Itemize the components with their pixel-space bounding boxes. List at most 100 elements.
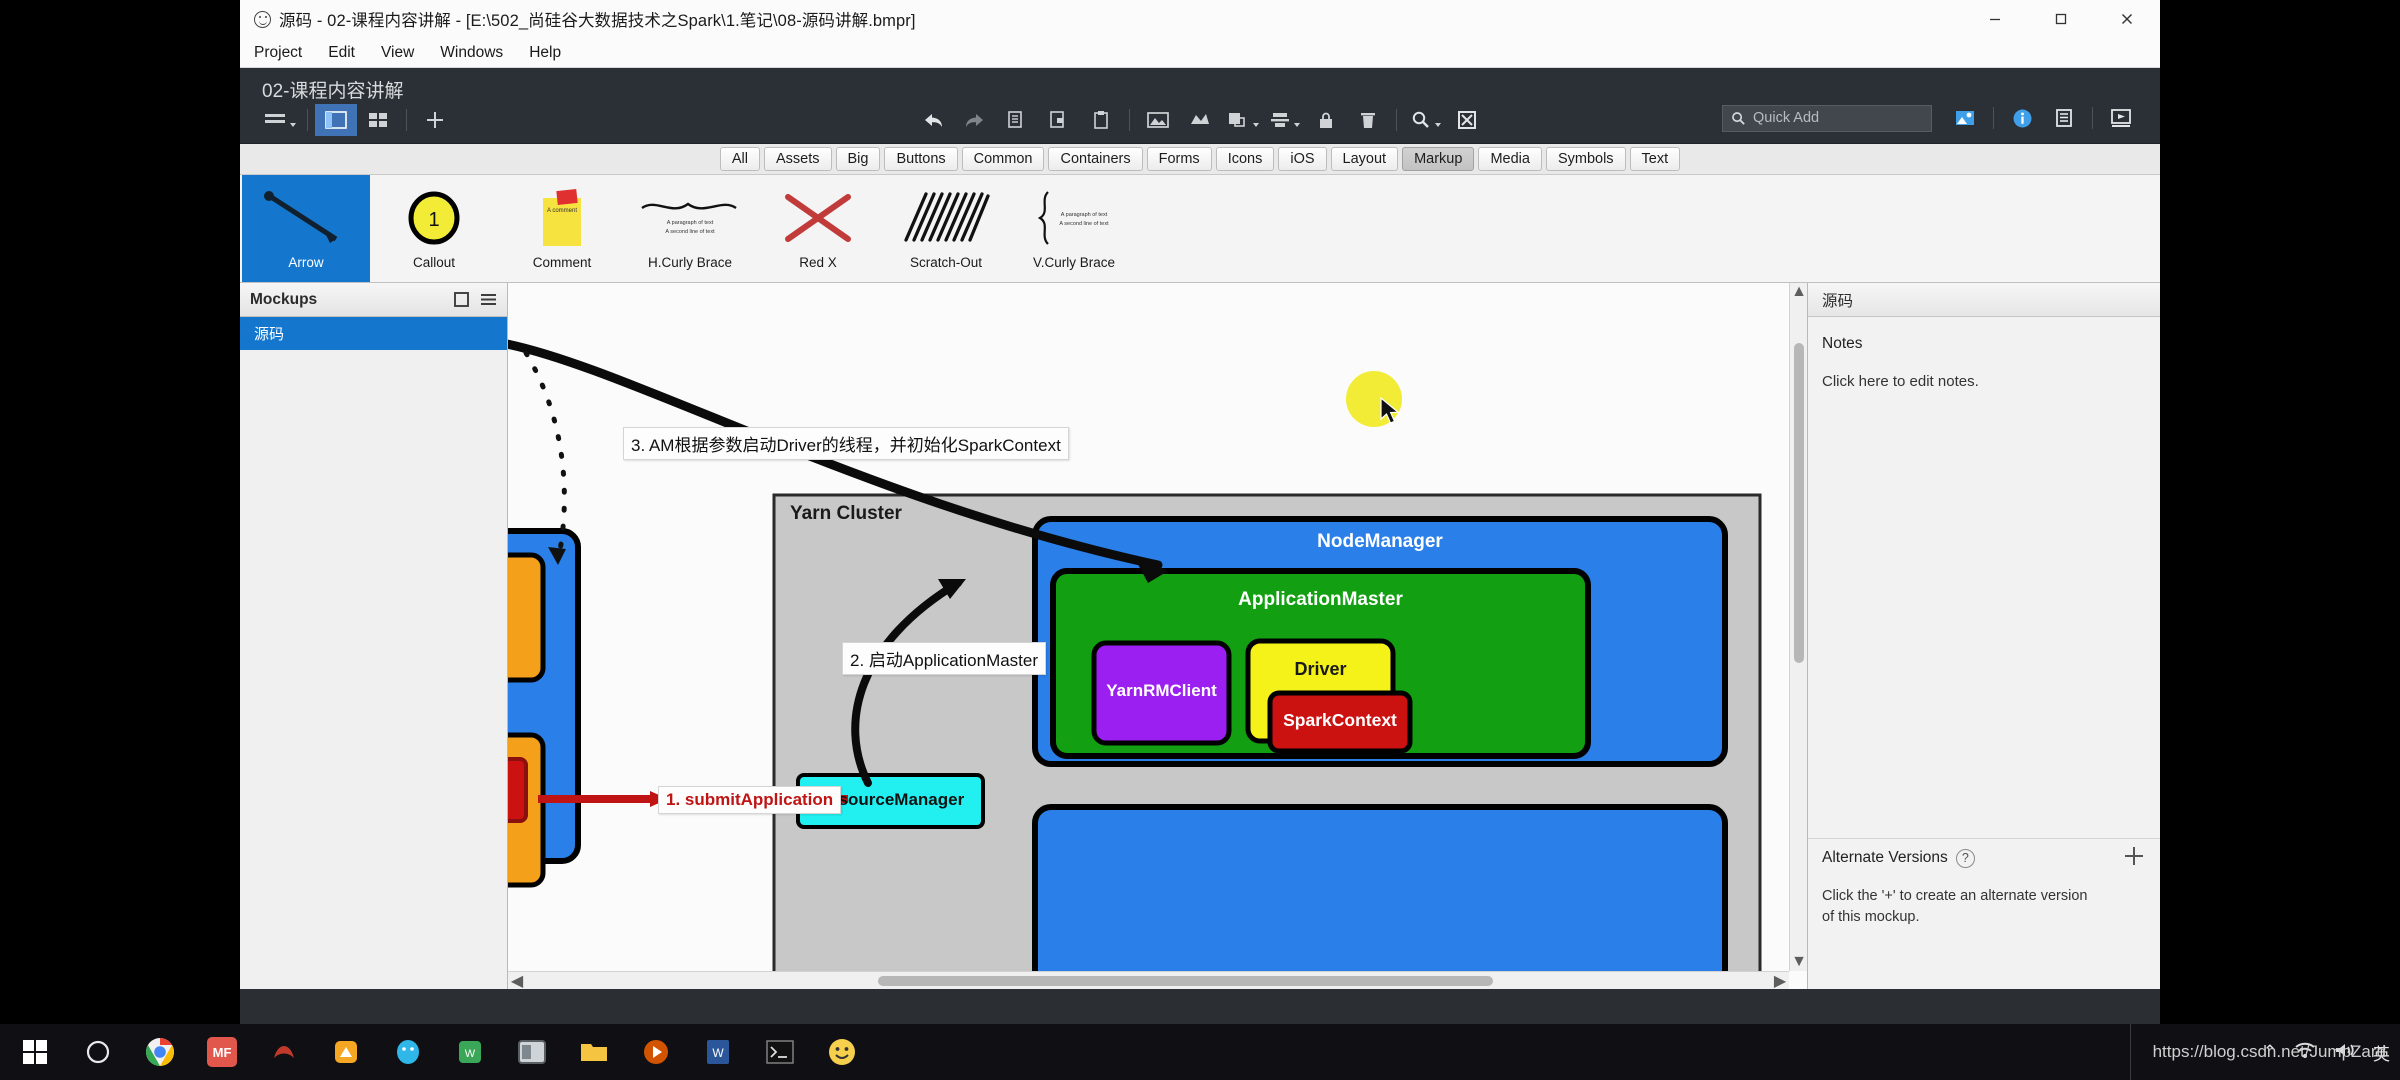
main-body: Mockups 源码 Yarn Cluster NodeManager Appl… xyxy=(240,283,2160,989)
new-mockup-icon[interactable] xyxy=(453,291,470,308)
menu-windows[interactable]: Windows xyxy=(440,41,517,65)
tab-common[interactable]: Common xyxy=(961,146,1045,172)
explorer-icon[interactable] xyxy=(566,1024,622,1080)
nodemanager-label: NodeManager xyxy=(1317,531,1443,552)
toolbar-center-group xyxy=(912,104,1488,136)
word-icon[interactable]: W xyxy=(690,1024,746,1080)
fit-icon[interactable] xyxy=(1446,104,1488,136)
help-icon[interactable]: ? xyxy=(1955,848,1975,868)
align-icon[interactable] xyxy=(1263,104,1305,136)
cortana-search-icon[interactable] xyxy=(70,1024,126,1080)
grid-view-icon[interactable] xyxy=(357,104,399,136)
group-icon[interactable] xyxy=(1179,104,1221,136)
media-player-icon[interactable] xyxy=(628,1024,684,1080)
emoji-icon[interactable] xyxy=(814,1024,870,1080)
clipboard-icon[interactable] xyxy=(1080,104,1122,136)
stencil-arrow[interactable]: Arrow xyxy=(242,175,370,282)
tab-text[interactable]: Text xyxy=(1629,146,1681,172)
main-toolbar: 02-课程内容讲解 Quick Add xyxy=(240,68,2160,143)
undo-icon[interactable] xyxy=(912,104,954,136)
svg-text:W: W xyxy=(465,1048,476,1060)
comment-stencil-icon: A comment xyxy=(498,183,626,253)
quick-add-placeholder: Quick Add xyxy=(1753,110,1820,126)
minimize-button[interactable] xyxy=(1962,0,2028,38)
menu-bar: Project Edit View Windows Help xyxy=(240,38,2160,68)
spark-yarn-diagram: Yarn Cluster NodeManager ApplicationMast… xyxy=(508,283,1789,973)
menu-edit[interactable]: Edit xyxy=(328,41,369,65)
stencil-palette: Arrow 1 Callout A comment Comment A para… xyxy=(240,175,2160,283)
toolbar-divider-3 xyxy=(1129,109,1130,131)
annotation-step-2[interactable]: 2. 启动ApplicationMaster xyxy=(842,642,1047,675)
canvas-horizontal-scrollbar[interactable]: ◀ ▶ xyxy=(508,971,1789,989)
yarnrmclient-label: YarnRMClient xyxy=(1106,681,1217,700)
scroll-up-arrow[interactable]: ▲ xyxy=(1790,283,1807,301)
mockup-canvas[interactable]: Yarn Cluster NodeManager ApplicationMast… xyxy=(508,283,1789,973)
annotation-step-3[interactable]: 3. AM根据参数启动Driver的线程，并初始化SparkContext xyxy=(623,427,1069,460)
mindmanager-icon[interactable]: MF xyxy=(194,1024,250,1080)
tab-ios[interactable]: iOS xyxy=(1278,146,1327,172)
horizontal-scroll-thumb[interactable] xyxy=(878,976,1493,986)
info-icon[interactable] xyxy=(2001,102,2043,134)
qq-icon[interactable] xyxy=(380,1024,436,1080)
stencil-red-x[interactable]: Red X xyxy=(754,175,882,282)
stencil-scratch-out[interactable]: Scratch-Out xyxy=(882,175,1010,282)
image-icon[interactable] xyxy=(1137,104,1179,136)
annotation-step-1[interactable]: 1. submitApplication xyxy=(658,786,842,814)
windows-start-icon[interactable] xyxy=(0,1039,70,1065)
tab-forms[interactable]: Forms xyxy=(1146,146,1212,172)
tab-layout[interactable]: Layout xyxy=(1330,146,1399,172)
mockup-list-item[interactable]: 源码 xyxy=(240,317,507,350)
tab-buttons[interactable]: Buttons xyxy=(884,146,958,172)
close-button[interactable] xyxy=(2094,0,2160,38)
terminal-icon[interactable] xyxy=(752,1024,808,1080)
scroll-right-arrow[interactable]: ▶ xyxy=(1771,972,1789,989)
gitkraken-icon[interactable] xyxy=(256,1024,312,1080)
maximize-button[interactable] xyxy=(2028,0,2094,38)
copy-icon[interactable] xyxy=(996,104,1038,136)
notes-panel-icon[interactable] xyxy=(2043,102,2085,134)
plus-icon[interactable] xyxy=(2122,844,2146,873)
vertical-scroll-thumb[interactable] xyxy=(1794,343,1804,663)
menu-project[interactable]: Project xyxy=(254,41,316,65)
balsamiq-icon[interactable] xyxy=(504,1024,560,1080)
alternate-versions-body: Click the '+' to create an alternate ver… xyxy=(1822,887,2088,926)
wps-icon[interactable]: W xyxy=(442,1024,498,1080)
toolbar-right-group: Quick Add xyxy=(1722,102,2142,134)
stencil-callout[interactable]: 1 Callout xyxy=(370,175,498,282)
order-icon[interactable] xyxy=(1221,104,1263,136)
tab-big[interactable]: Big xyxy=(835,146,881,172)
list-options-icon[interactable] xyxy=(480,291,497,308)
chrome-icon[interactable] xyxy=(132,1024,188,1080)
stencil-h-curly-brace[interactable]: A paragraph of text A second line of tex… xyxy=(626,175,754,282)
canvas-area[interactable]: Yarn Cluster NodeManager ApplicationMast… xyxy=(508,283,1807,989)
stencil-comment[interactable]: A comment Comment xyxy=(498,175,626,282)
ui-library-icon[interactable] xyxy=(1944,102,1986,134)
menu-view[interactable]: View xyxy=(381,41,428,65)
tab-assets[interactable]: Assets xyxy=(763,146,832,172)
quick-add-input[interactable]: Quick Add xyxy=(1722,104,1932,132)
redo-icon[interactable] xyxy=(954,104,996,136)
notes-edit-area[interactable]: Click here to edit notes. xyxy=(1808,353,2160,390)
tab-symbols[interactable]: Symbols xyxy=(1545,146,1626,172)
delete-icon[interactable] xyxy=(1347,104,1389,136)
canvas-vertical-scrollbar[interactable]: ▲ ▼ xyxy=(1789,283,1807,971)
lock-icon[interactable] xyxy=(1305,104,1347,136)
add-new-icon[interactable] xyxy=(414,104,456,136)
scroll-left-arrow[interactable]: ◀ xyxy=(508,972,526,989)
mockplus-icon[interactable] xyxy=(318,1024,374,1080)
tab-icons[interactable]: Icons xyxy=(1215,146,1275,172)
stencil-v-curly-brace[interactable]: A paragraph of text A second line of tex… xyxy=(1010,175,1138,282)
tab-media[interactable]: Media xyxy=(1478,146,1542,172)
tab-containers[interactable]: Containers xyxy=(1048,146,1143,172)
panel-layout-icon[interactable] xyxy=(315,104,357,136)
zoom-icon[interactable] xyxy=(1404,104,1446,136)
mockups-title: Mockups xyxy=(250,290,318,308)
watermark-url: https://blog.csdn.net/JumpZard xyxy=(2129,1024,2400,1080)
paste-style-icon[interactable] xyxy=(1038,104,1080,136)
menu-help[interactable]: Help xyxy=(529,41,575,65)
presentation-icon[interactable] xyxy=(2100,102,2142,134)
tab-all[interactable]: All xyxy=(719,146,760,172)
tab-markup[interactable]: Markup xyxy=(1402,146,1475,172)
hamburger-menu-icon[interactable] xyxy=(258,104,300,136)
scroll-down-arrow[interactable]: ▼ xyxy=(1790,953,1807,971)
